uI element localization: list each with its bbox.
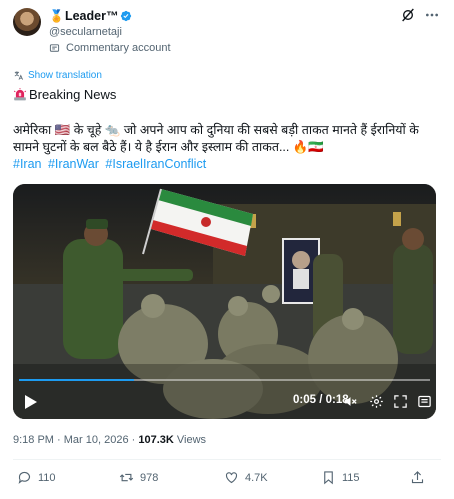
action-bar: 110 978 4.7K 115 [13, 470, 440, 488]
medal-emoji: 🏅 [49, 9, 64, 23]
bookmark-count: 115 [342, 471, 360, 484]
bookmark-button[interactable]: 115 [321, 470, 360, 485]
hashtag-link[interactable]: #Iran [13, 157, 42, 171]
views-label: Views [173, 434, 207, 446]
video-player[interactable]: 0:05 / 0:18 [13, 184, 436, 419]
reply-count: 110 [38, 471, 56, 484]
divider [13, 459, 441, 460]
more-options-icon[interactable] [424, 7, 440, 23]
views-count: 107.3K [138, 434, 174, 446]
reply-icon [18, 471, 31, 484]
video-time: 0:05 / 0:18 [293, 394, 349, 406]
breaking-news-text: Breaking News [29, 87, 117, 102]
author-display-name[interactable]: Leader™ [65, 9, 119, 23]
video-progress-bar[interactable] [19, 379, 430, 381]
reply-button[interactable]: 110 [17, 470, 56, 485]
hashtag-list: #Iran #IranWar #IsraelIranConflict [13, 157, 209, 171]
commentary-label-text: Commentary account [66, 42, 171, 54]
commentary-icon [49, 43, 60, 52]
fullscreen-icon[interactable] [393, 394, 408, 409]
author-avatar[interactable] [13, 8, 41, 36]
show-translation-text[interactable]: Show translation [28, 70, 102, 81]
tweet-meta: 9:18 PM · Mar 10, 2026 · 107.3K Views [13, 434, 206, 446]
like-count: 4.7K [245, 471, 268, 484]
repost-icon [119, 473, 134, 482]
commentary-account-label: Commentary account [49, 42, 171, 54]
author-handle[interactable]: @secularnetaji [49, 26, 122, 38]
share-icon[interactable] [410, 470, 425, 485]
siren-icon [13, 88, 27, 101]
video-more-icon[interactable] [417, 394, 432, 409]
bookmark-icon [324, 471, 333, 485]
hashtag-link[interactable]: #IsraelIranConflict [105, 157, 206, 171]
grok-icon[interactable] [400, 7, 416, 23]
heart-icon [225, 472, 238, 484]
repost-button[interactable]: 978 [119, 470, 158, 485]
settings-gear-icon[interactable] [369, 394, 384, 409]
breaking-news-line: Breaking News [13, 87, 116, 102]
tweet-timestamp[interactable]: 9:18 PM · Mar 10, 2026 · [13, 434, 138, 446]
tweet-body-text: अमेरिका 🇺🇸 के चूहे 🐀 जो अपने आप को दुनिय… [13, 123, 419, 154]
repost-count: 978 [140, 471, 159, 484]
video-frame [13, 184, 436, 419]
author-name-row[interactable]: 🏅 Leader™ [49, 8, 132, 24]
show-translation-link[interactable]: Show translation [13, 70, 102, 81]
verified-badge-icon [121, 10, 132, 22]
like-button[interactable]: 4.7K [224, 470, 268, 485]
translate-icon [14, 71, 24, 80]
hashtag-link[interactable]: #IranWar [48, 157, 99, 171]
play-icon[interactable] [24, 394, 38, 410]
video-progress-fill [19, 379, 135, 381]
volume-muted-icon[interactable] [343, 394, 358, 409]
